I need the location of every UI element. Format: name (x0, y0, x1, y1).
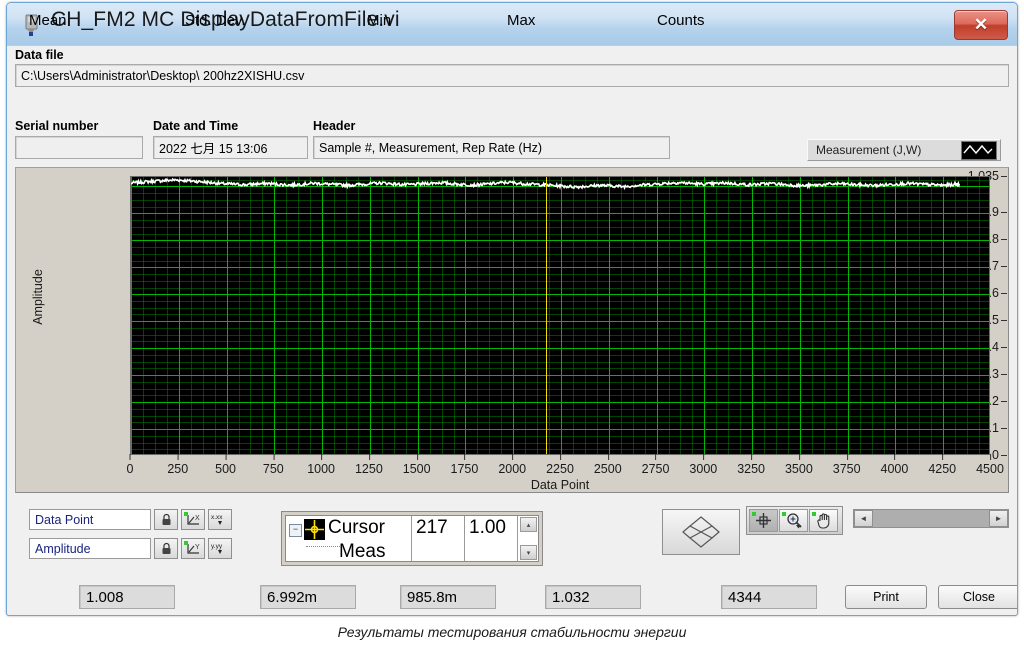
cursor-x-value: 217 (416, 517, 452, 538)
header-field[interactable]: Sample #, Measurement, Rep Rate (Hz) (313, 136, 670, 159)
cursor-legend-inner: − Cursor Meas 217 1.00 ▴ ▾ (285, 515, 539, 562)
close-button[interactable]: Close (938, 585, 1017, 609)
cursor-legend-scroll-up[interactable]: ▴ (520, 517, 537, 532)
x-tick-label: 0 (126, 454, 134, 476)
svg-text:x.xx: x.xx (211, 514, 223, 521)
plot-legend-label: Measurement (J,W) (816, 143, 922, 157)
pan-tool-led (812, 512, 816, 516)
format-y-icon[interactable]: y.yy (208, 538, 232, 559)
crosshair-tool-led (752, 512, 756, 516)
autoscale-x-led (184, 512, 188, 516)
x-tick-label: 3000 (689, 454, 718, 476)
x-tick-label: 4000 (880, 454, 909, 476)
scroll-left-arrow-icon[interactable]: ◄ (854, 510, 873, 527)
x-tick-label: 1250 (354, 454, 383, 476)
plot-area[interactable] (130, 176, 990, 455)
data-file-path-field[interactable]: C:\Users\Administrator\Desktop\ 200hz2XI… (15, 64, 1009, 87)
svg-text:X: X (195, 515, 200, 522)
cursor-legend-connector (306, 546, 340, 548)
cursor-legend[interactable]: − Cursor Meas 217 1.00 ▴ ▾ (281, 511, 543, 566)
cursor-move-pad-icon[interactable] (662, 509, 740, 555)
stddev-label: Std. Dev. (185, 12, 246, 29)
cursor-y-value: 1.00 (469, 517, 506, 538)
zoom-tool-led (782, 512, 786, 516)
x-tick-label: 1750 (450, 454, 479, 476)
pan-hand-icon[interactable] (809, 509, 838, 532)
cursor-plot-label: Meas (339, 541, 386, 562)
max-value: 1.032 (545, 585, 641, 609)
serial-number-field[interactable] (15, 136, 143, 159)
x-tick-label: 500 (215, 454, 236, 476)
mean-value: 1.008 (79, 585, 175, 609)
header-label: Header (313, 119, 356, 133)
x-tick-label: 2250 (546, 454, 574, 476)
x-tick-label: 2500 (593, 454, 622, 476)
x-tick-label: 3250 (737, 454, 766, 476)
scroll-right-arrow-icon[interactable]: ► (989, 510, 1008, 527)
data-file-label: Data file (15, 48, 64, 62)
x-tick-label: 4500 (976, 454, 1004, 476)
graph-horizontal-scrollbar[interactable]: ◄ ► (853, 509, 1009, 528)
y-scale-name[interactable]: Amplitude (29, 538, 151, 559)
x-scale-control: Data Point X x.xx (29, 509, 232, 530)
lock-icon[interactable] (154, 509, 178, 530)
cursor-legend-scroll[interactable]: ▴ ▾ (520, 517, 537, 560)
svg-text:y.yy: y.yy (211, 543, 223, 550)
autoscale-y-led (184, 541, 188, 545)
date-time-label: Date and Time (153, 119, 239, 133)
x-tick-label: 2000 (498, 454, 527, 476)
stddev-value: 6.992m (260, 585, 356, 609)
min-value: 985.8m (400, 585, 496, 609)
x-tick-label: 2750 (641, 454, 670, 476)
x-tick-label: 750 (262, 454, 284, 476)
data-trace (131, 177, 989, 454)
graph-cursor-line[interactable] (546, 177, 548, 454)
plot-legend[interactable]: Measurement (J,W) (807, 139, 1001, 161)
counts-label: Counts (657, 12, 705, 29)
cursor-row-label: Cursor (328, 517, 386, 538)
x-tick-label: 250 (167, 454, 189, 476)
y-scale-control: Amplitude Y y.yy (29, 538, 232, 559)
figure-caption: Результаты тестирования стабильности эне… (337, 624, 687, 640)
expand-collapse-icon[interactable]: − (289, 524, 302, 537)
close-icon: ✕ (973, 15, 989, 34)
x-tick-label: 3500 (784, 454, 813, 476)
waveform-icon[interactable] (961, 140, 997, 160)
screenshot-root: CH_FM2 MC DisplayDataFromFile.vi ✕ Data … (0, 0, 1024, 655)
waveform-graph[interactable]: Amplitude 00.10.20.30.40.50.60.70.80.91.… (15, 167, 1009, 493)
max-label: Max (507, 12, 536, 29)
x-tick-label: 4250 (928, 454, 957, 476)
window-close-button[interactable]: ✕ (954, 10, 1008, 40)
x-axis-label: Data Point (530, 478, 590, 492)
serial-number-label: Serial number (15, 119, 99, 133)
print-button[interactable]: Print (845, 585, 927, 609)
x-tick-label: 3750 (832, 454, 861, 476)
min-label: Min (367, 12, 392, 29)
format-x-icon[interactable]: x.xx (208, 509, 232, 530)
crosshair-tool-icon[interactable] (749, 509, 778, 532)
autoscale-y-icon[interactable]: Y (181, 538, 205, 559)
cursor-y-column[interactable]: 1.00 (465, 516, 518, 561)
cursor-crosshair-icon[interactable] (304, 519, 325, 540)
cursor-legend-scroll-down[interactable]: ▾ (520, 545, 537, 560)
counts-value: 4344 (721, 585, 817, 609)
cursor-x-column[interactable]: 217 (412, 516, 465, 561)
x-tick-label: 1500 (402, 454, 431, 476)
x-tick-label: 1000 (307, 454, 336, 476)
x-scale-name[interactable]: Data Point (29, 509, 151, 530)
svg-text:Y: Y (195, 544, 200, 551)
zoom-tool-icon[interactable] (779, 509, 808, 532)
mean-label: Mean (29, 12, 67, 29)
autoscale-x-icon[interactable]: X (181, 509, 205, 530)
y-axis-label: Amplitude (30, 269, 45, 325)
vi-window: CH_FM2 MC DisplayDataFromFile.vi ✕ Data … (6, 2, 1018, 616)
cursor-legend-name-column: − Cursor Meas (286, 516, 412, 561)
lock-icon[interactable] (154, 538, 178, 559)
graph-tool-palette (746, 506, 843, 535)
date-time-field[interactable]: 2022 七月 15 13:06 (153, 136, 308, 159)
